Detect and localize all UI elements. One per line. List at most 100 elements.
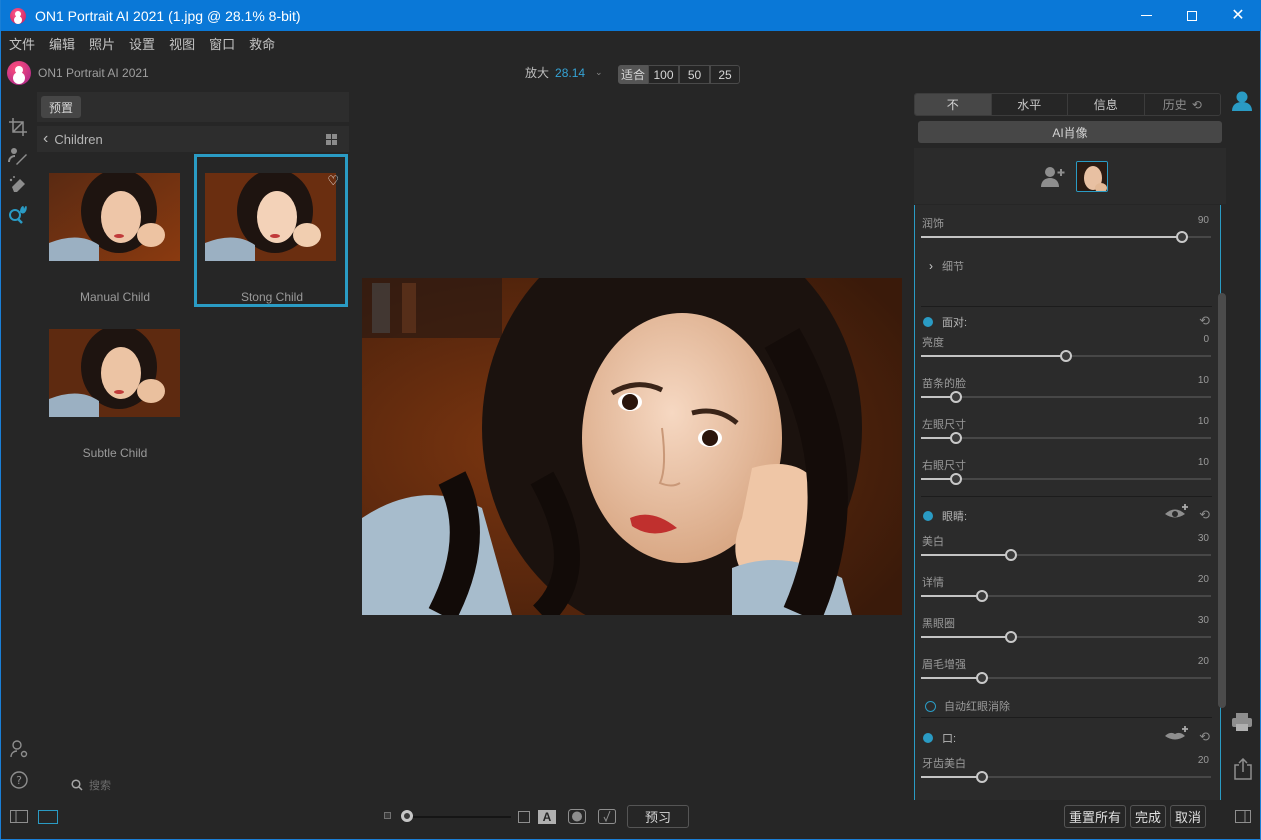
tab-none[interactable]: 不 (915, 94, 992, 115)
slider-eyes-3[interactable]: 眉毛增强 20 (921, 656, 1213, 694)
done-button[interactable]: 完成 (1130, 805, 1166, 828)
presets-button[interactable]: 预置 (41, 96, 81, 118)
crop-tool[interactable] (7, 116, 29, 138)
app-icon (10, 7, 26, 24)
zoom-100-button[interactable]: 100 (648, 65, 679, 84)
mouth-section-header[interactable]: 口: (923, 730, 956, 746)
share-export-icon (1234, 757, 1252, 780)
preset-manual-child[interactable]: Manual Child (38, 155, 188, 305)
view-a-button[interactable]: A (538, 808, 556, 825)
slider-mouth-0[interactable]: 牙齿美白 20 (921, 755, 1213, 793)
reset-all-button[interactable]: 重置所有 (1064, 805, 1126, 828)
face-section-header[interactable]: 面对: (923, 314, 967, 330)
slider-face-1[interactable]: 苗条的脸 10 (921, 375, 1213, 413)
slider-track[interactable] (921, 396, 1211, 398)
preset-search[interactable]: 搜索 (71, 777, 111, 793)
zoom-value[interactable]: 28.14 (555, 66, 585, 80)
single-view-button[interactable] (38, 810, 58, 824)
chevron-down-icon[interactable]: ⌄ (595, 67, 603, 78)
favorite-heart-icon[interactable]: ♡ (327, 173, 339, 189)
add-eye-icon[interactable] (1164, 503, 1190, 524)
thumbnail-size-slider[interactable] (409, 816, 511, 818)
zoom-control[interactable]: 放大 28.14 ⌄ (525, 64, 603, 81)
slider-knob[interactable] (1005, 549, 1017, 561)
slider-knob[interactable] (950, 473, 962, 485)
zoom-25-button[interactable]: 25 (710, 65, 740, 84)
thumbnail-size-knob[interactable] (401, 810, 413, 822)
menu-file[interactable]: 文件 (9, 34, 35, 53)
menu-window[interactable]: 窗口 (209, 34, 235, 53)
account-settings-button[interactable] (9, 739, 29, 759)
preset-subtle-child[interactable]: Subtle Child (38, 311, 188, 461)
back-chevron-icon[interactable]: ‹ (43, 130, 48, 148)
slider-knob[interactable] (1060, 350, 1072, 362)
zoom-50-button[interactable]: 50 (679, 65, 710, 84)
minimize-button[interactable] (1123, 0, 1169, 31)
help-button[interactable]: ? (9, 770, 29, 790)
account-button[interactable] (1231, 90, 1253, 115)
menu-edit[interactable]: 编辑 (49, 34, 75, 53)
slider-knob[interactable] (950, 391, 962, 403)
main-photo-canvas[interactable] (362, 278, 902, 615)
add-mouth-icon[interactable] (1164, 725, 1190, 746)
slider-eyes-1[interactable]: 详情 20 (921, 574, 1213, 612)
add-face-button[interactable] (1041, 166, 1067, 191)
retouch-brush-tool[interactable] (7, 145, 29, 167)
thumbnail-size-small-icon[interactable] (384, 812, 391, 819)
eyes-section-header[interactable]: 眼睛: (923, 508, 967, 524)
slider-knob[interactable] (976, 590, 988, 602)
adjustments-scrollbar[interactable] (1218, 293, 1226, 708)
tab-history[interactable]: 历史 ⟲ (1144, 94, 1220, 115)
slider-track[interactable] (921, 478, 1211, 480)
search-input[interactable]: 搜索 (89, 777, 111, 793)
cancel-button[interactable]: 取消 (1170, 805, 1206, 828)
compare-view-button[interactable] (598, 808, 616, 825)
slider-knob[interactable] (950, 432, 962, 444)
auto-redeye-radio[interactable] (925, 700, 936, 712)
view-original-button[interactable] (515, 808, 533, 825)
slider-track[interactable] (921, 437, 1211, 439)
auto-redeye-option[interactable]: 自动红眼消除 (925, 698, 1010, 714)
lips-plus-icon (1165, 726, 1188, 740)
mouth-enable-toggle[interactable] (923, 733, 933, 743)
ai-portrait-button[interactable]: AI肖像 (918, 121, 1222, 143)
menu-help[interactable]: 救命 (249, 34, 275, 53)
preset-stong-child[interactable]: ♡ Stong Child (194, 154, 348, 307)
face-tool[interactable] (7, 203, 29, 225)
slider-smooth[interactable]: 润饰 90 (921, 215, 1213, 253)
slider-knob[interactable] (1005, 631, 1017, 643)
eyes-reset-icon[interactable]: ⟲ (1199, 507, 1210, 523)
mouth-reset-icon[interactable]: ⟲ (1199, 729, 1210, 745)
slider-face-0[interactable]: 亮度 0 (921, 334, 1213, 372)
menu-settings[interactable]: 设置 (129, 34, 155, 53)
eyes-enable-toggle[interactable] (923, 511, 933, 521)
mask-view-button[interactable] (568, 808, 586, 825)
tab-level[interactable]: 水平 (991, 94, 1068, 115)
slider-face-3[interactable]: 右眼尺寸 10 (921, 457, 1213, 495)
maximize-button[interactable] (1169, 0, 1215, 31)
menu-view[interactable]: 视图 (169, 34, 195, 53)
slider-eyes-0[interactable]: 美白 30 (921, 533, 1213, 571)
grid-view-icon[interactable] (326, 134, 337, 145)
detected-face-thumbnail[interactable] (1076, 161, 1108, 192)
tab-info[interactable]: 信息 (1068, 94, 1145, 115)
zoom-fit-button[interactable]: 适合 (618, 65, 648, 84)
face-enable-toggle[interactable] (923, 317, 933, 327)
compare-icon (598, 809, 616, 824)
details-expander[interactable]: › 细节 (929, 258, 964, 274)
slider-knob[interactable] (976, 771, 988, 783)
menu-photo[interactable]: 照片 (89, 34, 115, 53)
slider-eyes-2[interactable]: 黑眼圈 30 (921, 615, 1213, 653)
toggle-left-panel-button[interactable] (10, 810, 30, 824)
print-button[interactable] (1231, 712, 1253, 735)
eraser-tool[interactable] (7, 174, 29, 196)
slider-knob[interactable] (976, 672, 988, 684)
export-button[interactable] (1234, 757, 1252, 783)
slider-knob[interactable] (1176, 231, 1188, 243)
preview-button[interactable]: 预习 (627, 805, 689, 828)
toggle-right-panel-button[interactable] (1235, 810, 1255, 824)
slider-face-2[interactable]: 左眼尺寸 10 (921, 416, 1213, 454)
face-reset-icon[interactable]: ⟲ (1199, 313, 1210, 329)
slider-label: 黑眼圈 (922, 618, 955, 630)
close-button[interactable]: ✕ (1215, 0, 1261, 31)
